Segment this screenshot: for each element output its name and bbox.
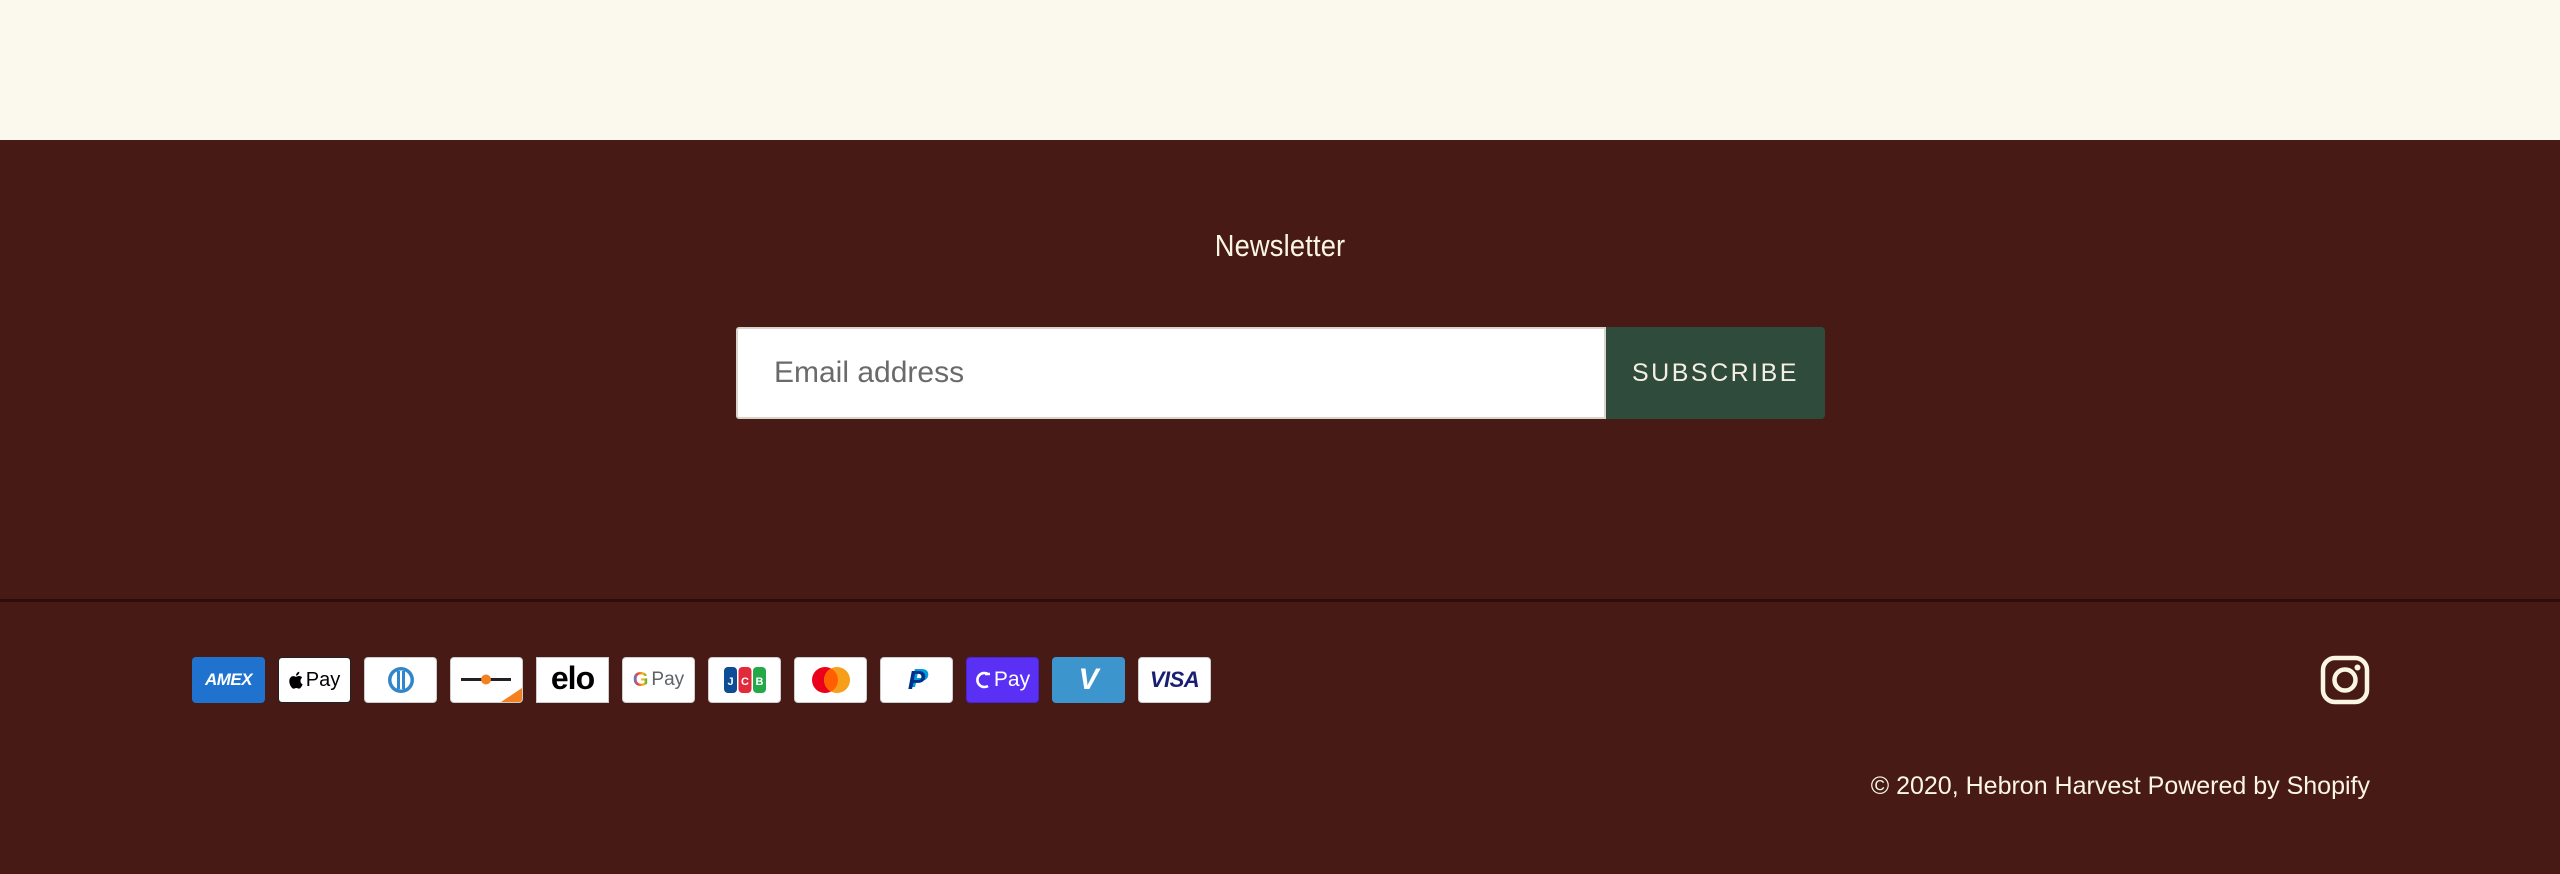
copyright: © 2020, Hebron Harvest Powered by Shopif…: [1871, 772, 2370, 801]
paypal-label: P: [907, 664, 926, 695]
amex-icon: AMEX: [192, 657, 265, 703]
shop-pay-icon: Pay: [966, 657, 1039, 703]
shop-pay-label: Pay: [993, 668, 1031, 691]
venmo-label: V: [1078, 663, 1099, 696]
amex-label: AMEX: [204, 670, 253, 689]
page-content-bottom: [0, 0, 2560, 140]
diners-club-icon: [364, 657, 437, 703]
newsletter-title: Newsletter: [1214, 228, 1346, 263]
google-g-icon: G: [632, 668, 649, 691]
visa-label: VISA: [1149, 667, 1200, 692]
discover-icon: [450, 657, 523, 703]
subscribe-button[interactable]: SUBSCRIBE: [1606, 327, 1825, 419]
footer-divider: [0, 599, 2560, 602]
payment-icons: AMEX Pay elo G Pay J C B P Pay V VISA: [192, 657, 1211, 703]
google-pay-icon: G Pay: [622, 657, 695, 703]
apple-logo-icon: [289, 671, 303, 689]
store-link[interactable]: Hebron Harvest: [1966, 772, 2141, 800]
powered-by-shopify-link[interactable]: Powered by Shopify: [2148, 772, 2370, 800]
svg-text:B: B: [755, 676, 763, 688]
copyright-prefix: © 2020,: [1870, 772, 1959, 800]
svg-text:C: C: [741, 676, 749, 688]
visa-icon: VISA: [1138, 657, 1211, 703]
mastercard-icon: [794, 657, 867, 703]
newsletter-form: SUBSCRIBE: [736, 327, 1825, 419]
instagram-icon[interactable]: [2320, 655, 2370, 705]
apple-pay-label: Pay: [305, 668, 341, 691]
jcb-icon: J C B: [708, 657, 781, 703]
google-pay-label: Pay: [651, 669, 685, 690]
svg-text:J: J: [727, 676, 733, 688]
elo-icon: elo: [536, 657, 609, 703]
apple-pay-icon: Pay: [278, 657, 351, 703]
elo-label: elo: [550, 659, 595, 696]
shop-pay-logo-icon: [976, 671, 990, 689]
venmo-icon: V: [1052, 657, 1125, 703]
email-field[interactable]: [736, 327, 1606, 419]
paypal-icon: P: [880, 657, 953, 703]
